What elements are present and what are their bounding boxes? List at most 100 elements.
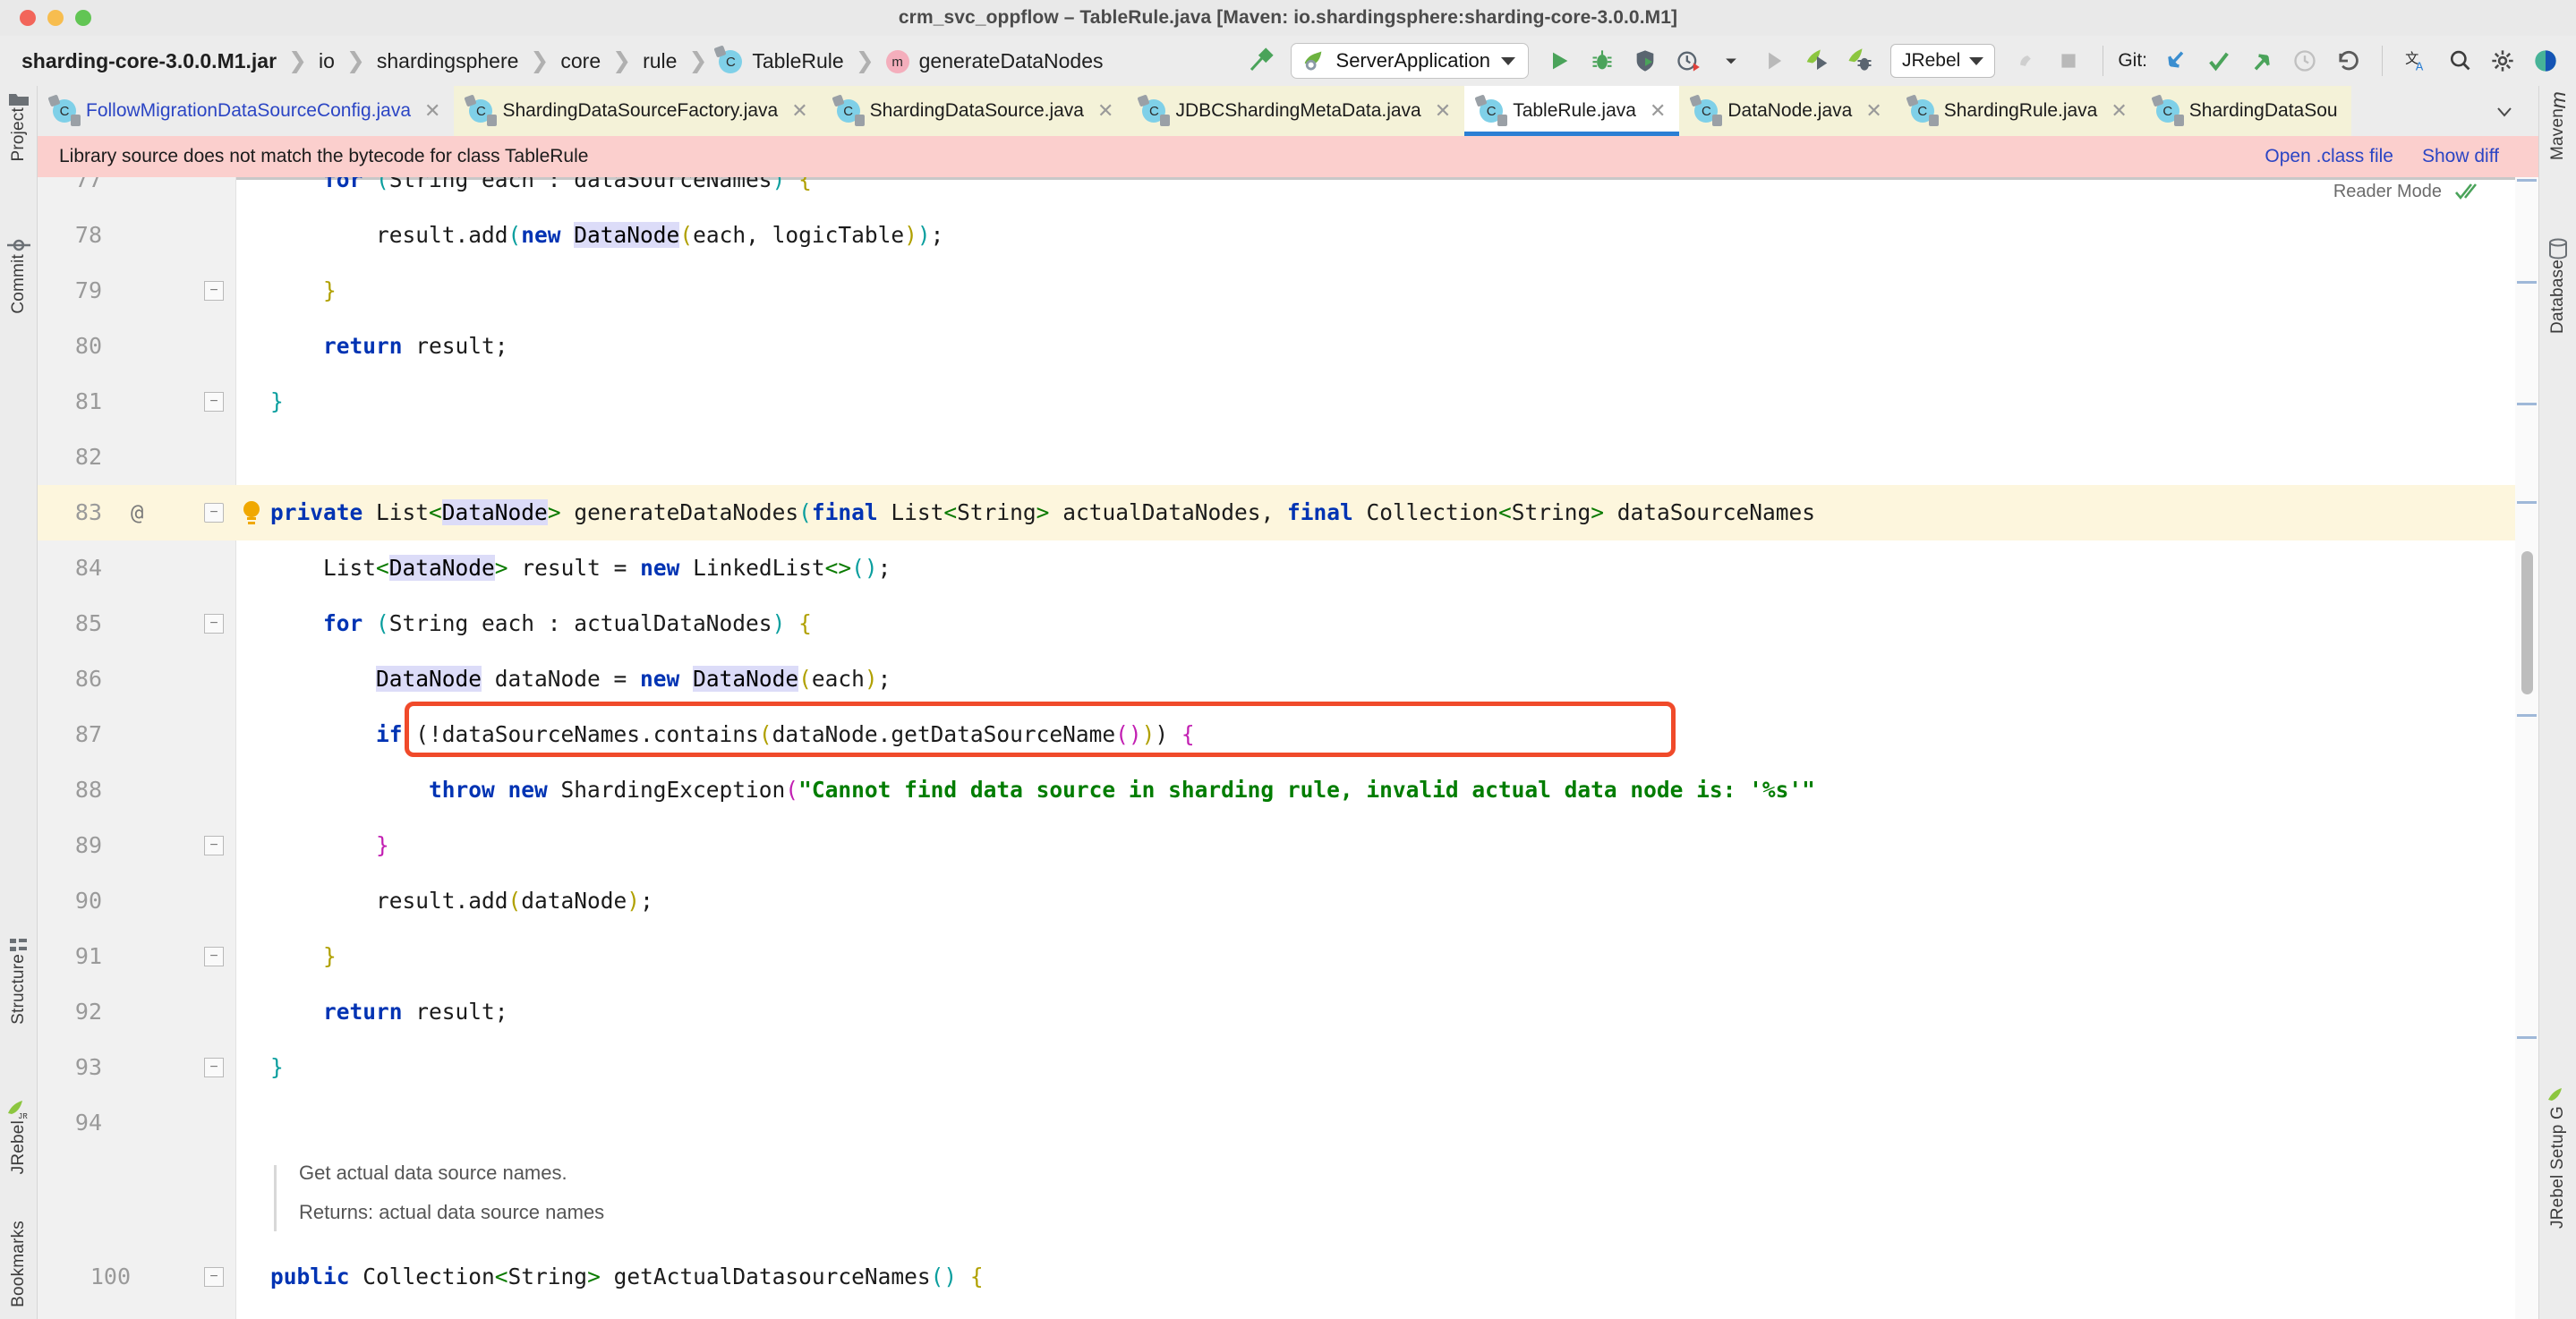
scroll-marker[interactable]	[2517, 1036, 2537, 1039]
update-project-icon[interactable]	[2156, 41, 2196, 81]
override-marker-icon[interactable]: @	[131, 485, 143, 540]
line-number[interactable]: 90	[38, 873, 236, 929]
close-icon[interactable]: ✕	[1865, 99, 1881, 123]
code-line[interactable]: return result;	[236, 984, 2538, 1040]
window-controls[interactable]	[20, 10, 91, 26]
editor-tab-1[interactable]: C ShardingDataSourceFactory.java ✕	[454, 86, 822, 136]
breadcrumb-item-core[interactable]: core	[560, 49, 601, 73]
stop-icon[interactable]	[2049, 41, 2088, 81]
line-number[interactable]: 80	[38, 319, 236, 374]
sidebar-item-structure[interactable]: Structure	[0, 936, 38, 1025]
line-number[interactable]: 94	[38, 1095, 236, 1151]
breadcrumb-item-tablerule[interactable]: TableRule	[752, 49, 843, 73]
open-class-file-link[interactable]: Open .class file	[2265, 146, 2393, 167]
editor-tab-4[interactable]: C TableRule.java ✕	[1464, 86, 1680, 136]
code-line[interactable]: }	[236, 929, 2538, 984]
code-line[interactable]: throw new ShardingException("Cannot find…	[236, 762, 2538, 818]
maximize-window-button[interactable]	[75, 10, 91, 26]
fold-marker[interactable]: −	[204, 392, 224, 412]
editor-tab-7[interactable]: C ShardingDataSou	[2140, 86, 2351, 136]
commit-icon[interactable]	[2199, 41, 2239, 81]
sidebar-item-commit[interactable]: Commit	[0, 236, 38, 314]
jrebel-run-icon[interactable]	[1797, 41, 1837, 81]
chevron-down-icon[interactable]	[1969, 56, 1984, 65]
sidebar-item-project[interactable]: Project	[0, 91, 38, 162]
editor-tab-2[interactable]: C ShardingDataSource.java ✕	[821, 86, 1128, 136]
code-line[interactable]: if (!dataSourceNames.contains(dataNode.g…	[236, 707, 2538, 762]
editor-scrollbar[interactable]	[2515, 177, 2538, 1319]
code-line[interactable]: }	[236, 374, 2538, 430]
code-line[interactable]: }	[236, 818, 2538, 873]
editor-tab-3[interactable]: C JDBCShardingMetaData.java ✕	[1127, 86, 1465, 136]
fold-marker[interactable]: −	[204, 947, 224, 966]
run-with-coverage-icon[interactable]	[1625, 41, 1665, 81]
code-line[interactable]: result.add(new DataNode(each, logicTable…	[236, 208, 2538, 263]
fold-marker[interactable]: −	[204, 1058, 224, 1077]
code-editor[interactable]: Reader Mode 77 for (String each : dataSo…	[38, 177, 2538, 1319]
line-number[interactable]: 86	[38, 651, 236, 707]
scroll-marker[interactable]	[2517, 179, 2537, 182]
chevron-down-icon[interactable]	[1500, 56, 1515, 65]
close-icon[interactable]: ✕	[2111, 99, 2127, 123]
editor-tab-6[interactable]: C ShardingRule.java ✕	[1895, 86, 2141, 136]
fold-marker[interactable]: −	[204, 503, 224, 523]
line-number[interactable]: 78	[38, 208, 236, 263]
run-configuration-selector[interactable]: ServerApplication	[1290, 43, 1529, 79]
chevron-down-icon[interactable]	[1711, 41, 1751, 81]
code-line[interactable]	[236, 1095, 2538, 1151]
scroll-marker[interactable]	[2517, 281, 2537, 284]
gear-icon[interactable]	[2483, 41, 2522, 81]
scroll-marker[interactable]	[2517, 501, 2537, 504]
sidebar-item-bookmarks[interactable]: Bookmarks	[0, 1221, 38, 1307]
editor-tab-0[interactable]: C FollowMigrationDataSourceConfig.java ✕	[38, 86, 454, 136]
breadcrumb-item-io[interactable]: io	[319, 49, 335, 73]
code-line[interactable]: List<DataNode> result = new LinkedList<>…	[236, 540, 2538, 596]
sidebar-item-maven[interactable]: m Maven	[2539, 91, 2576, 160]
search-everywhere-icon[interactable]	[2440, 41, 2479, 81]
line-number[interactable]: 82	[38, 430, 236, 485]
code-line[interactable]: public Collection<String> getActualDatas…	[236, 1249, 2538, 1305]
code-line[interactable]: result.add(dataNode);	[236, 873, 2538, 929]
run-icon[interactable]	[1540, 41, 1579, 81]
line-number[interactable]: 88	[38, 762, 236, 818]
profiler-icon[interactable]	[1668, 41, 1708, 81]
jrebel-debug-icon[interactable]	[1840, 41, 1880, 81]
push-icon[interactable]	[2242, 41, 2282, 81]
close-icon[interactable]: ✕	[1650, 99, 1666, 123]
code-line[interactable]	[236, 430, 2538, 485]
chevron-down-icon[interactable]	[2485, 91, 2524, 131]
code-line[interactable]: DataNode dataNode = new DataNode(each);	[236, 651, 2538, 707]
code-line[interactable]: private List<DataNode> generateDataNodes…	[236, 485, 2538, 540]
attach-icon[interactable]	[2006, 41, 2045, 81]
reader-mode-indicator[interactable]: Reader Mode	[2333, 181, 2481, 202]
close-icon[interactable]: ✕	[791, 99, 807, 123]
debug-bug-icon[interactable]	[1582, 41, 1622, 81]
code-line[interactable]: for (String each : actualDataNodes) {	[236, 596, 2538, 651]
hammer-icon[interactable]	[1241, 41, 1280, 81]
fold-marker[interactable]: −	[204, 281, 224, 301]
sidebar-item-jrebel-setup[interactable]: JRebel Setup G	[2539, 1086, 2576, 1229]
translate-icon[interactable]: 文A	[2397, 41, 2436, 81]
history-icon[interactable]	[2285, 41, 2324, 81]
scrollbar-thumb[interactable]	[2521, 551, 2533, 694]
code-line[interactable]: }	[236, 263, 2538, 319]
editor-tab-5[interactable]: C DataNode.java ✕	[1679, 86, 1896, 136]
sidebar-item-database[interactable]: Database	[2539, 238, 2576, 334]
close-icon[interactable]: ✕	[1097, 99, 1113, 123]
breadcrumb-item-jar[interactable]: sharding-core-3.0.0.M1.jar	[21, 49, 277, 73]
line-number[interactable]: 92	[38, 984, 236, 1040]
scroll-marker[interactable]	[2517, 403, 2537, 405]
close-icon[interactable]: ✕	[424, 99, 440, 123]
breadcrumb-item-rule[interactable]: rule	[643, 49, 677, 73]
minimize-window-button[interactable]	[47, 10, 64, 26]
fold-marker[interactable]: −	[204, 836, 224, 855]
code-line[interactable]: }	[236, 1040, 2538, 1095]
show-diff-link[interactable]: Show diff	[2422, 146, 2499, 167]
sidebar-item-jrebel[interactable]: JR JRebel	[0, 1099, 38, 1174]
scroll-marker[interactable]	[2517, 714, 2537, 717]
line-number[interactable]: 84	[38, 540, 236, 596]
breadcrumb-item-generatedatanodes[interactable]: generateDataNodes	[919, 49, 1104, 73]
fold-marker[interactable]: −	[204, 1267, 224, 1287]
code-line[interactable]: for (String each : dataSourceNames) {	[236, 177, 2538, 208]
line-number[interactable]: 87	[38, 707, 236, 762]
